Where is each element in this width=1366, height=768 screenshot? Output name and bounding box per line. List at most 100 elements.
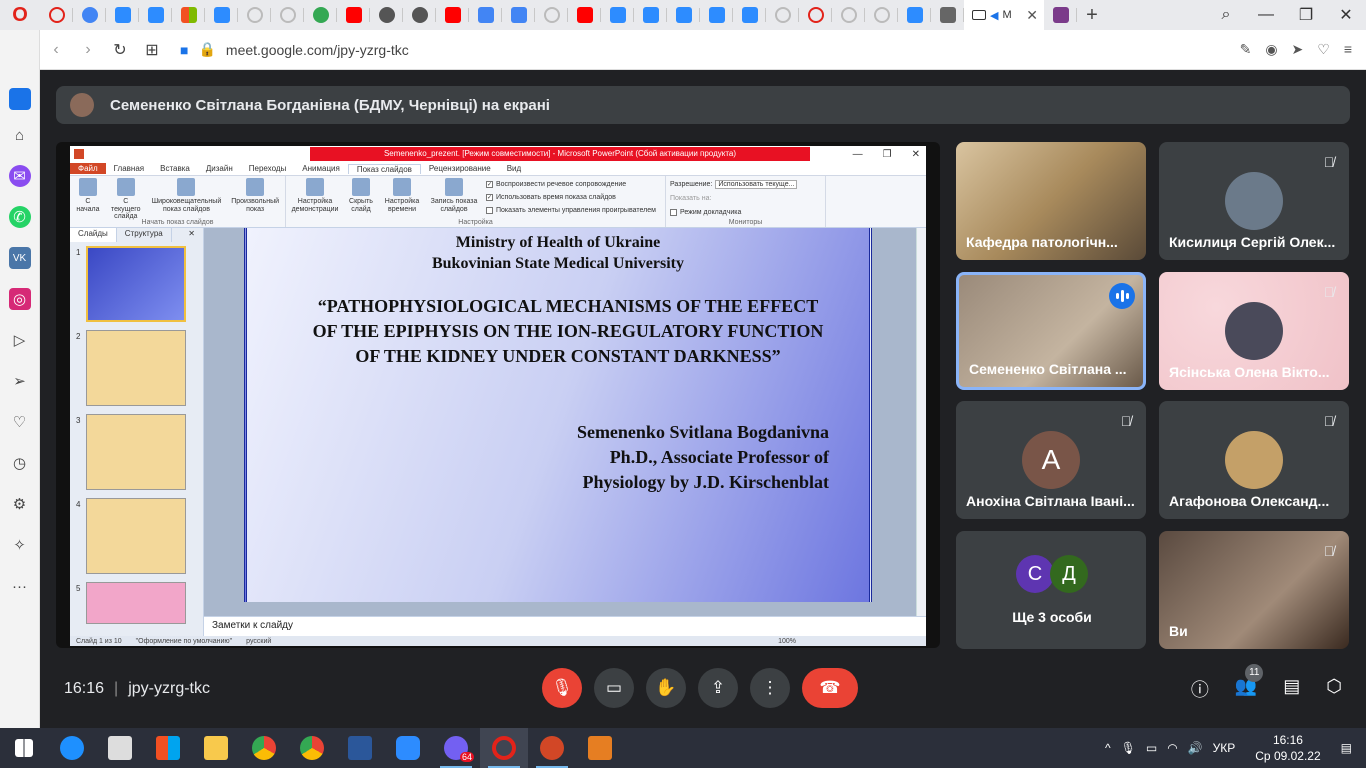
participant-tile-3[interactable]: Семененко Світлана ... <box>956 272 1146 390</box>
show-on-row[interactable]: Показать на: <box>670 192 821 205</box>
close-panel-icon[interactable]: ✕ <box>180 228 203 242</box>
participant-tile-2[interactable]: 🎙̸ Кисилиця Сергій Олек... <box>1159 142 1349 260</box>
more-icon[interactable]: ··· <box>9 575 31 597</box>
tab-loading-4[interactable] <box>766 0 799 30</box>
from-current-button[interactable]: С текущего слайда <box>108 178 144 225</box>
favorites-icon[interactable]: ♡ <box>9 411 31 433</box>
player-icon[interactable]: ▷ <box>9 329 31 351</box>
custom-show-button[interactable]: Произвольный показ <box>229 178 281 225</box>
chat-icon[interactable]: ▤ <box>1283 676 1300 702</box>
more-options-button[interactable]: ⋮ <box>750 668 790 708</box>
ppt-tab-slideshow[interactable]: Показ слайдов <box>347 163 421 174</box>
keyboard-language[interactable]: УКР <box>1213 741 1236 755</box>
notifications-icon[interactable]: ▤ <box>1341 741 1352 755</box>
timings-checkbox[interactable]: ✓ Использовать время показа слайдов <box>486 191 656 204</box>
messenger-icon[interactable]: ✉ <box>8 165 31 187</box>
activities-icon[interactable]: ⬡ <box>1326 676 1342 702</box>
taskbar-viber[interactable]: 64 <box>432 728 480 768</box>
ppt-tab-transitions[interactable]: Переходы <box>241 164 295 173</box>
tab-zoom-6[interactable] <box>667 0 700 30</box>
taskbar-zoom[interactable] <box>384 728 432 768</box>
send-sidebar-icon[interactable]: ➢ <box>9 370 31 392</box>
ppt-tab-view[interactable]: Вид <box>499 164 529 173</box>
opera-logo-icon[interactable]: O <box>0 0 40 30</box>
tab-opera-2[interactable] <box>799 0 832 30</box>
tab-microsoft[interactable] <box>172 0 205 30</box>
tab-zoom-5[interactable] <box>634 0 667 30</box>
tab-youtube-3[interactable] <box>568 0 601 30</box>
tab-zoom-8[interactable] <box>733 0 766 30</box>
resolution-select[interactable]: Использовать текуще... <box>715 180 798 189</box>
tab-loading-3[interactable] <box>535 0 568 30</box>
vk-icon[interactable]: VK <box>8 247 31 269</box>
hide-slide-button[interactable]: Скрыть слайд <box>346 178 376 225</box>
tab-globe-2[interactable] <box>403 0 436 30</box>
forward-arrow-icon[interactable]: › <box>72 41 104 59</box>
taskbar-eye-app[interactable] <box>576 728 624 768</box>
tray-expand-icon[interactable]: ^ <box>1105 741 1111 755</box>
wifi-icon[interactable]: ◠ <box>1167 741 1177 755</box>
taskbar-chrome[interactable] <box>240 728 288 768</box>
history-icon[interactable]: ◷ <box>9 452 31 474</box>
ppt-tab-animation[interactable]: Анимация <box>294 164 348 173</box>
slide-thumbnail-3[interactable] <box>86 414 186 490</box>
ppt-tab-review[interactable]: Рецензирование <box>421 164 499 173</box>
tab-zoom-7[interactable] <box>700 0 733 30</box>
tab-google[interactable] <box>73 0 106 30</box>
narration-checkbox[interactable]: ✓ Воспроизвести речевое сопровождение <box>486 178 656 191</box>
instagram-icon[interactable]: ◎ <box>8 288 31 310</box>
media-controls-checkbox[interactable]: Показать элементы управления проигрывате… <box>486 204 656 217</box>
slide-thumbnail-1[interactable] <box>86 246 186 322</box>
raise-hand-button[interactable]: ✋ <box>646 668 686 708</box>
tab-opera[interactable] <box>40 0 73 30</box>
reload-icon[interactable]: ↻ <box>104 40 136 60</box>
start-button[interactable] <box>0 728 48 768</box>
tab-google-meet-active[interactable]: ◀ М ✕ <box>964 0 1044 30</box>
participant-tile-5[interactable]: 🎙̸ А Анохіна Світлана Івані... <box>956 401 1146 519</box>
tab-globe[interactable] <box>370 0 403 30</box>
ppt-restore-icon[interactable]: ❐ <box>883 149 892 160</box>
tab-google-2[interactable] <box>304 0 337 30</box>
tab-slides[interactable]: Слайды <box>70 228 117 242</box>
heart-icon[interactable]: ♡ <box>1317 41 1330 58</box>
ppt-close-icon[interactable]: ✕ <box>912 149 920 160</box>
presenter-view-checkbox[interactable]: Режим докладчика <box>670 206 821 219</box>
minimize-icon[interactable]: — <box>1246 6 1286 24</box>
tab-loading-2[interactable] <box>271 0 304 30</box>
resolution-row[interactable]: Разрешение: Использовать текуще... <box>670 178 821 191</box>
ppt-tab-insert[interactable]: Вставка <box>152 164 198 173</box>
from-beginning-button[interactable]: С начала <box>74 178 102 225</box>
record-show-button[interactable]: Запись показа слайдов <box>428 178 480 225</box>
taskbar-powerpoint[interactable] <box>528 728 576 768</box>
tab-zoom-3[interactable] <box>205 0 238 30</box>
rehearse-timings-button[interactable]: Настройка времени <box>382 178 422 225</box>
camera-toggle-button[interactable]: ▭ <box>594 668 634 708</box>
taskbar-mail[interactable] <box>96 728 144 768</box>
ppt-tab-design[interactable]: Дизайн <box>198 164 241 173</box>
close-window-icon[interactable]: ✕ <box>1326 5 1366 25</box>
participant-tile-6[interactable]: 🎙̸ Агафонова Олександ... <box>1159 401 1349 519</box>
setup-show-button[interactable]: Настройка демонстрации <box>290 178 340 225</box>
tab-docs[interactable] <box>469 0 502 30</box>
battery-icon[interactable]: ▭ <box>1146 741 1157 755</box>
tab-apps[interactable] <box>1044 0 1077 30</box>
close-tab-icon[interactable]: ✕ <box>1026 7 1038 24</box>
taskbar-edge[interactable] <box>48 728 96 768</box>
mic-toggle-button[interactable]: 🎙 <box>542 668 582 708</box>
participant-tile-4[interactable]: 🎙̸ Ясінська Олена Вікто... <box>1159 272 1349 390</box>
slide-thumbnail-5[interactable] <box>86 582 186 624</box>
participant-tile-self[interactable]: 🎙̸ Ви <box>1159 531 1349 649</box>
slide-thumbnail-4[interactable] <box>86 498 186 574</box>
microphone-icon[interactable]: 🎙 <box>1121 741 1136 755</box>
tips-icon[interactable]: ✧ <box>9 534 31 556</box>
bookmarks-icon[interactable]: ⌂ <box>9 124 31 146</box>
taskbar-chrome-2[interactable] <box>288 728 336 768</box>
people-button[interactable]: 👥 11 <box>1235 664 1264 702</box>
snapshot-icon[interactable]: ◉ <box>1265 41 1277 58</box>
tab-zoom-9[interactable] <box>898 0 931 30</box>
taskbar-explorer[interactable] <box>192 728 240 768</box>
tab-loading-5[interactable] <box>832 0 865 30</box>
tabs-grid-icon[interactable]: ⊞ <box>136 40 168 60</box>
search-icon[interactable]: ⌕ <box>1206 6 1246 24</box>
taskbar-clock[interactable]: 16:16 Ср 09.02.22 <box>1255 732 1320 764</box>
